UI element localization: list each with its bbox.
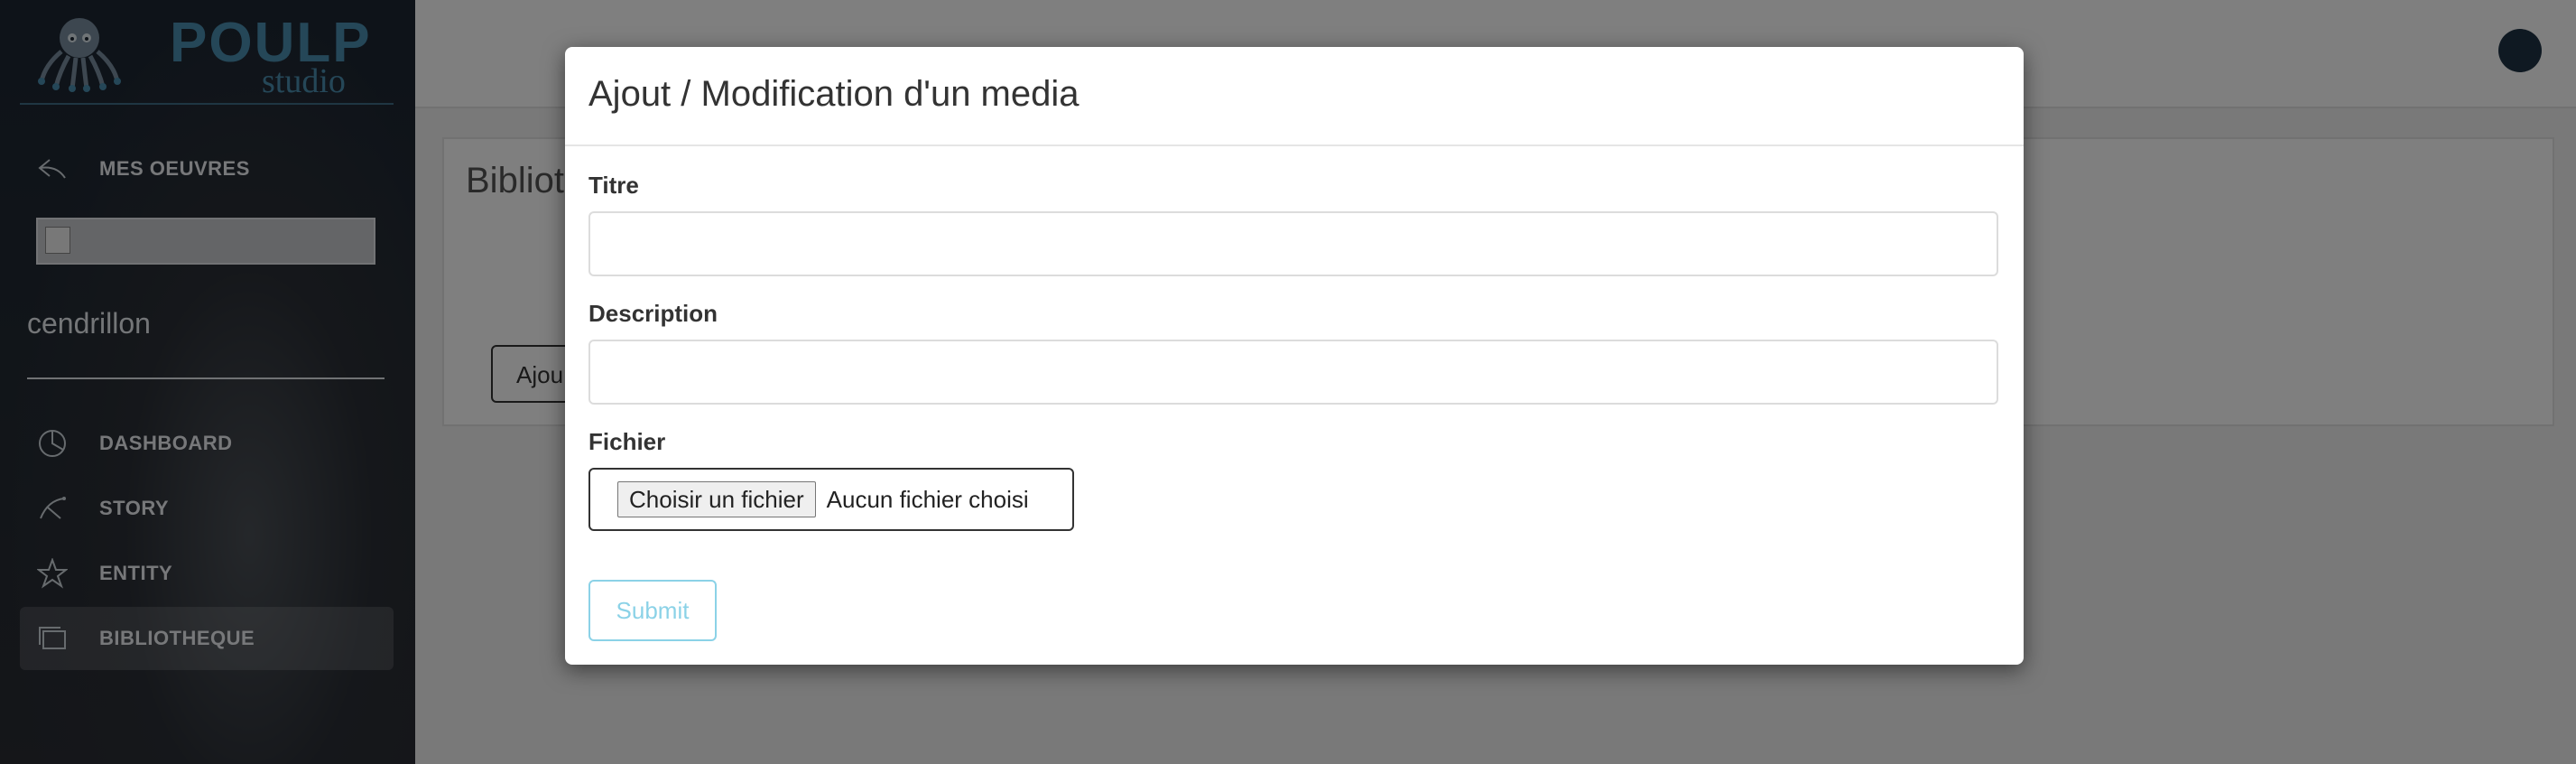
file-status-text: Aucun fichier choisi xyxy=(826,485,1029,513)
titre-input[interactable] xyxy=(588,211,1998,276)
file-input[interactable]: Choisir un fichier Aucun fichier choisi xyxy=(588,468,1074,531)
media-modal: Ajout / Modification d'un media Titre De… xyxy=(565,47,2024,665)
fichier-label: Fichier xyxy=(588,428,666,455)
modal-header: Ajout / Modification d'un media xyxy=(565,47,2024,146)
description-input[interactable] xyxy=(588,340,1998,405)
titre-label: Titre xyxy=(588,172,639,199)
submit-button[interactable]: Submit xyxy=(588,580,717,641)
modal-title: Ajout / Modification d'un media xyxy=(588,74,1080,114)
choose-file-button[interactable]: Choisir un fichier xyxy=(617,481,816,517)
description-label: Description xyxy=(588,300,718,327)
